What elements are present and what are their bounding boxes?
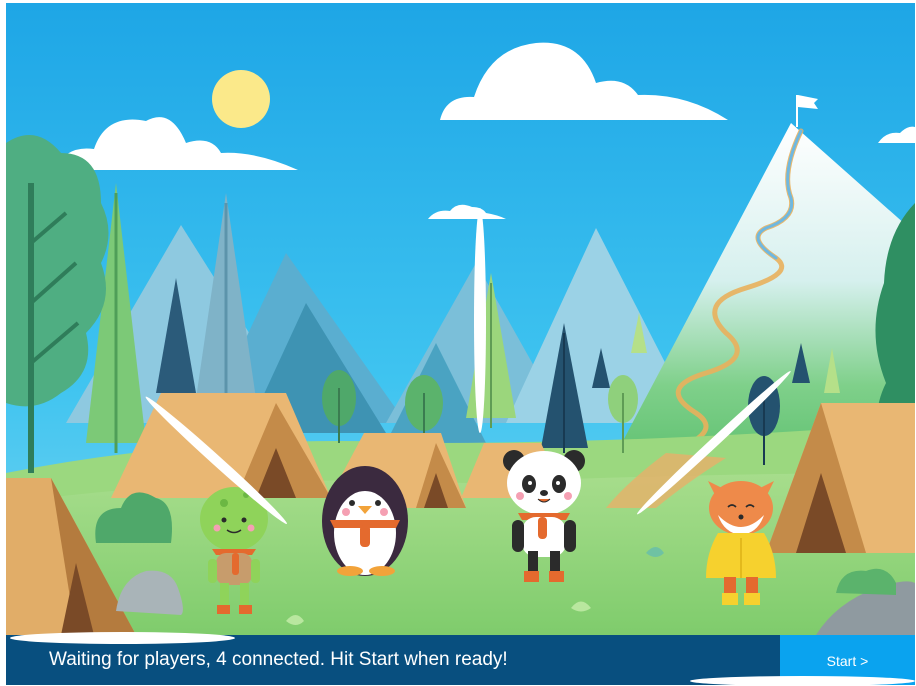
sun [212, 70, 270, 128]
glare-streak-middle [474, 208, 486, 433]
glare-streak-bottom-left [10, 632, 235, 644]
camp-scene-illustration [6, 3, 915, 635]
game-scene [6, 3, 915, 635]
penguin-character [322, 466, 408, 576]
status-message: Waiting for players, 4 connected. Hit St… [49, 649, 508, 670]
